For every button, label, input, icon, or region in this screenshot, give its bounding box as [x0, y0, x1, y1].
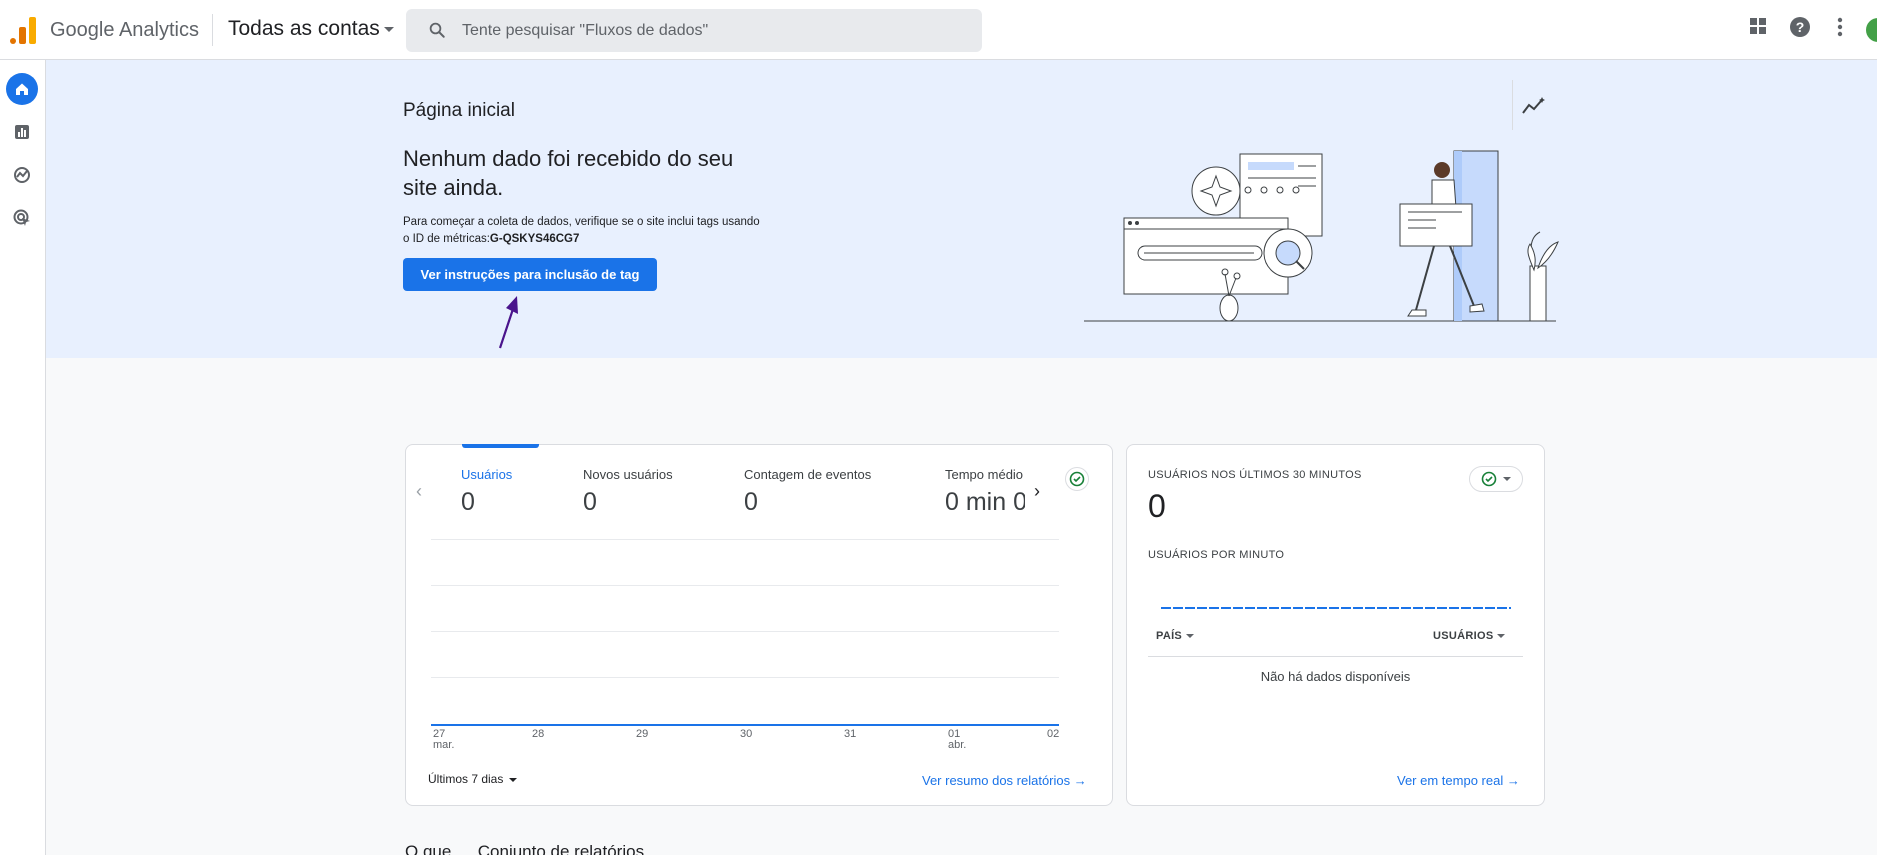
- caret-down-icon: [1503, 477, 1511, 481]
- active-tab-indicator: [462, 444, 539, 448]
- chevron-left-icon[interactable]: ‹: [416, 481, 422, 502]
- search-icon: [429, 22, 445, 38]
- annotation-arrow-icon: [498, 296, 518, 349]
- metric-label: Novos usuários: [583, 467, 673, 482]
- x-tick: 30: [740, 729, 752, 740]
- x-tick-day: 02: [1047, 728, 1060, 740]
- view-realtime-link[interactable]: Ver em tempo real →: [1397, 773, 1520, 788]
- hero-subtext-body: Para começar a coleta de dados, verifiqu…: [403, 216, 760, 245]
- no-data-message: Não há dados disponíveis: [1260, 669, 1411, 684]
- x-tick: 28: [532, 729, 544, 740]
- nav-home-icon[interactable]: [6, 73, 38, 105]
- insights-icon[interactable]: [1521, 96, 1547, 121]
- nav-advertising-icon[interactable]: [6, 202, 38, 234]
- metric-tab-users[interactable]: Usuários 0: [461, 467, 512, 517]
- check-circle-icon: [1481, 471, 1497, 487]
- chart-gridline: [431, 585, 1059, 586]
- caret-down-icon: [1186, 634, 1195, 639]
- search-bar[interactable]: [406, 9, 982, 52]
- x-tick-day: 30: [740, 728, 753, 740]
- view-realtime-label: Ver em tempo real: [1397, 773, 1504, 788]
- metric-label: Usuários: [461, 467, 513, 482]
- metric-tab-event-count[interactable]: Contagem de eventos 0: [744, 467, 871, 517]
- realtime-status-dropdown[interactable]: [1469, 466, 1523, 492]
- realtime-card: USUÁRIOS NOS ÚLTIMOS 30 MINUTOS 0 USUÁRI…: [1126, 444, 1545, 806]
- users-column-header[interactable]: USUÁRIOS: [1433, 630, 1506, 642]
- x-tick-month: mar.: [433, 739, 455, 751]
- metric-value: 0: [744, 488, 758, 516]
- x-tick: 31: [844, 729, 856, 740]
- users-column-label: USUÁRIOS: [1433, 630, 1494, 642]
- left-nav-rail: [0, 60, 46, 855]
- account-selector[interactable]: Todas as contas: [228, 17, 394, 41]
- svg-text:?: ?: [1796, 19, 1805, 35]
- x-tick: 02: [1047, 729, 1059, 740]
- metric-value: 0 min 0: [945, 488, 1025, 516]
- metric-label: Contagem de eventos: [744, 467, 872, 482]
- metric-value: 0: [461, 488, 475, 516]
- users-per-minute-bars: [1161, 607, 1511, 609]
- section-heading-partial: O que … Conjunto de relatórios: [405, 842, 645, 855]
- divider: [212, 14, 213, 46]
- arrow-right-icon: →: [1506, 773, 1520, 788]
- google-analytics-logo-icon[interactable]: [8, 16, 38, 44]
- country-column-label: PAÍS: [1156, 630, 1183, 642]
- measurement-id: G-QSKYS46CG7: [489, 233, 580, 245]
- metric-label: Tempo médio: [945, 467, 1024, 482]
- metrics-overview-card: ‹ Usuários 0 Novos usuários 0 Contagem d…: [405, 444, 1113, 806]
- users-per-minute-label: USUÁRIOS POR MINUTO: [1148, 549, 1285, 561]
- hero-illustration-icon: [1084, 150, 1559, 322]
- search-input[interactable]: [462, 9, 962, 52]
- chart-series-line: [431, 724, 1059, 726]
- arrow-right-icon: →: [1073, 773, 1087, 788]
- hero-banner: [46, 60, 1877, 358]
- page-title: Página inicial: [403, 100, 515, 121]
- chart-gridline: [431, 631, 1059, 632]
- x-tick-day: 28: [532, 728, 545, 740]
- metric-value: 0: [583, 488, 597, 516]
- app-name: Google Analytics: [50, 19, 199, 41]
- nav-explore-icon[interactable]: [6, 159, 38, 191]
- chart-gridline: [431, 677, 1059, 678]
- date-range-selector[interactable]: Últimos 7 dias: [428, 772, 518, 786]
- avatar[interactable]: [1866, 18, 1877, 42]
- x-tick: 29: [636, 729, 648, 740]
- view-reports-label: Ver resumo dos relatórios: [922, 773, 1071, 788]
- nav-reports-icon[interactable]: [6, 116, 38, 148]
- x-tick-day: 29: [636, 728, 649, 740]
- more-vert-icon[interactable]: [1830, 16, 1850, 43]
- top-bar: Google Analytics Todas as contas ?: [0, 0, 1877, 60]
- chart-gridline: [431, 539, 1059, 540]
- view-reports-link[interactable]: Ver resumo dos relatórios →: [922, 773, 1087, 788]
- country-column-header[interactable]: PAÍS: [1156, 630, 1195, 642]
- chevron-right-icon[interactable]: ›: [1034, 481, 1040, 502]
- x-tick: 27 mar.: [433, 729, 454, 751]
- x-tick-month: abr.: [948, 739, 967, 751]
- caret-down-icon: [383, 26, 394, 32]
- x-tick-day: 31: [844, 728, 857, 740]
- realtime-title: USUÁRIOS NOS ÚLTIMOS 30 MINUTOS: [1148, 469, 1362, 481]
- tag-instructions-button[interactable]: Ver instruções para inclusão de tag: [403, 258, 657, 291]
- date-range-label: Últimos 7 dias: [428, 772, 504, 786]
- caret-down-icon: [509, 777, 518, 782]
- divider: [1512, 80, 1513, 130]
- data-quality-check-icon[interactable]: [1065, 467, 1089, 491]
- hero-subtext: Para começar a coleta de dados, verifiqu…: [403, 214, 763, 248]
- hero-headline: Nenhum dado foi recebido do seu site ain…: [403, 146, 734, 200]
- caret-down-icon: [1497, 634, 1506, 639]
- account-selector-label: Todas as contas: [228, 17, 380, 40]
- table-divider: [1148, 656, 1523, 657]
- metric-tab-new-users[interactable]: Novos usuários 0: [583, 467, 673, 517]
- metric-tab-avg-time[interactable]: Tempo médio 0 min 0: [945, 467, 1025, 517]
- x-tick: 01 abr.: [948, 729, 966, 751]
- realtime-value: 0: [1148, 488, 1166, 524]
- apps-grid-icon[interactable]: [1748, 16, 1768, 41]
- help-icon[interactable]: ?: [1789, 16, 1811, 43]
